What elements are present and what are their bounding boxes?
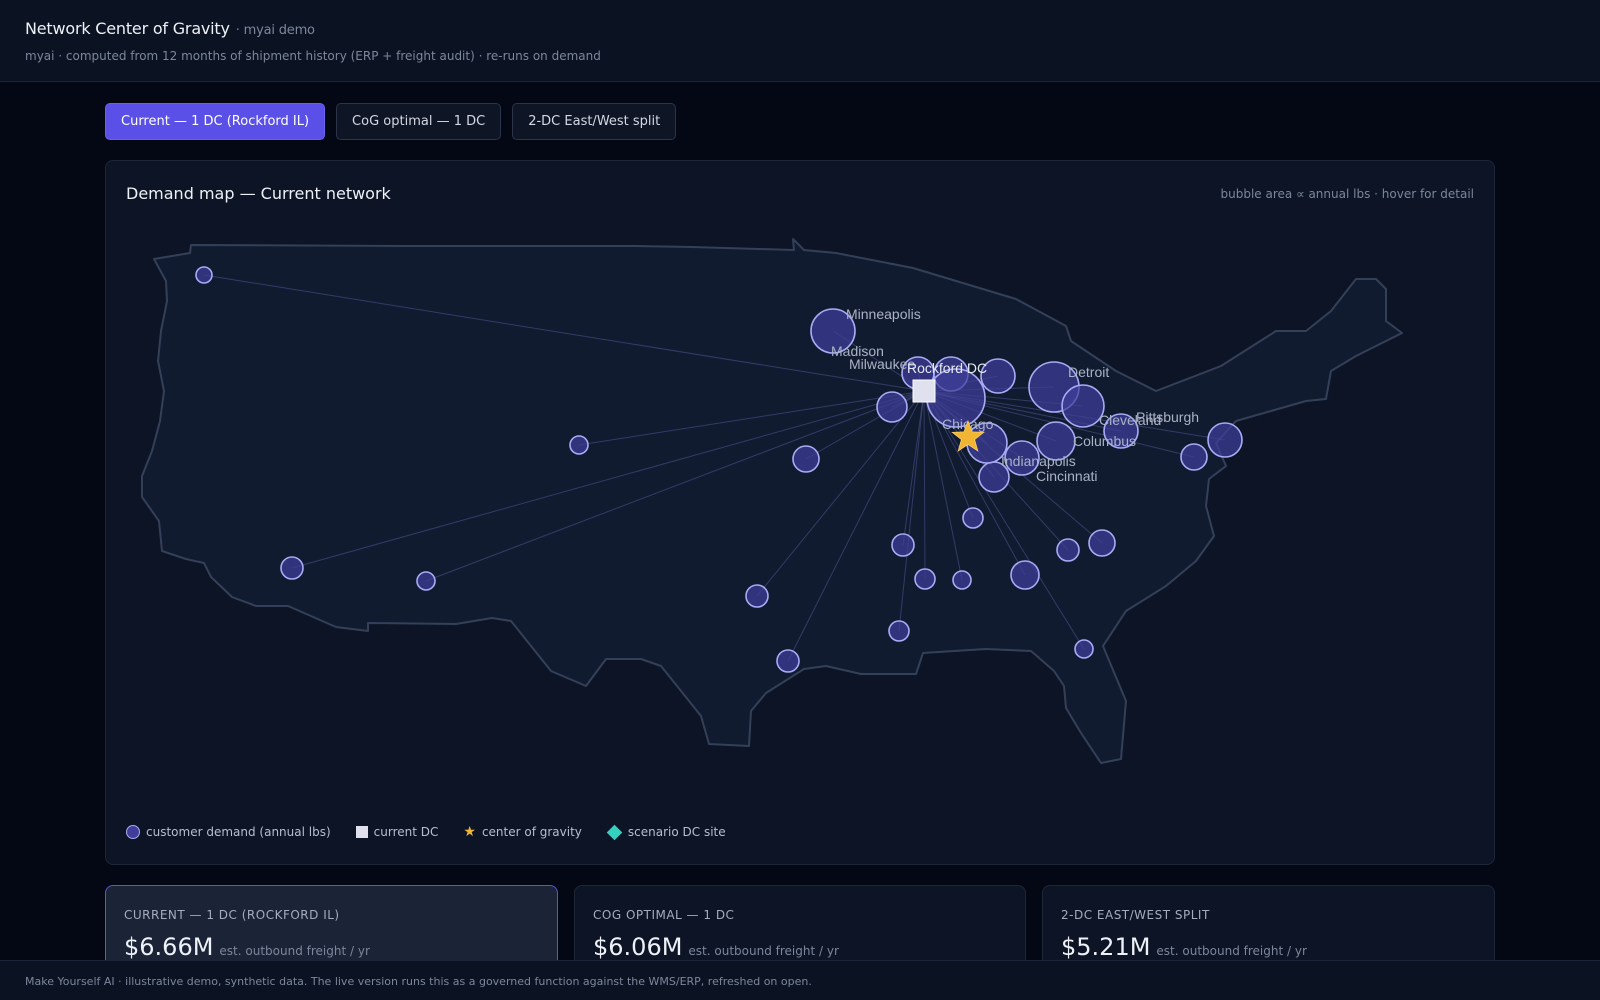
demand-map: Minneapolis Madison Milwaukee Detroit Ch… — [141, 238, 1403, 764]
demand-bubble[interactable] — [792, 445, 820, 473]
legend-current-dc: current DC — [355, 825, 439, 839]
tab-two-dc-split[interactable]: 2-DC East/West split — [512, 103, 677, 140]
city-label-milwaukee: Milwaukee — [849, 356, 915, 372]
legend-scenario-site: scenario DC site — [606, 824, 726, 840]
card-value-row: $6.66M est. outbound freight / yr — [124, 933, 370, 961]
scenario-cards: CURRENT — 1 DC (ROCKFORD IL) $6.66M est. … — [105, 885, 1495, 995]
legend-dc-label: current DC — [373, 825, 439, 839]
city-label-minneapolis: Minneapolis — [846, 306, 921, 322]
map-hint: bubble area ∝ annual lbs · hover for det… — [1220, 187, 1475, 201]
card-unit: est. outbound freight / yr — [219, 944, 370, 958]
demand-bubble[interactable] — [569, 435, 589, 455]
card-label: CURRENT — 1 DC (ROCKFORD IL) — [124, 908, 340, 922]
tab-cog-optimal[interactable]: CoG optimal — 1 DC — [336, 103, 502, 140]
legend-demand: customer demand (annual lbs) — [126, 825, 331, 839]
card-label: 2-DC EAST/WEST SPLIT — [1061, 908, 1210, 922]
legend-cog-label: center of gravity — [481, 825, 582, 839]
footer: Make Yourself AI · illustrative demo, sy… — [0, 960, 1600, 1000]
city-label-pittsburgh: Pittsburgh — [1136, 409, 1199, 425]
app-tag: · myai demo — [235, 23, 315, 38]
city-label-indianapolis: Indianapolis — [1001, 453, 1076, 469]
demand-bubble[interactable] — [1088, 529, 1116, 557]
current-dc-marker[interactable] — [912, 379, 936, 403]
demand-bubble[interactable] — [1180, 443, 1208, 471]
demand-bubble[interactable] — [876, 391, 908, 423]
legend-demand-label: customer demand (annual lbs) — [146, 825, 331, 839]
legend-scenario-label: scenario DC site — [627, 825, 726, 839]
scenario-tabs: Current — 1 DC (Rockford IL) CoG optimal… — [105, 103, 677, 140]
card-value: $5.21M — [1061, 933, 1151, 961]
star-icon: ★ — [463, 824, 476, 840]
demand-bubble[interactable] — [1074, 639, 1094, 659]
card-label: COG OPTIMAL — 1 DC — [593, 908, 735, 922]
app-title-text: Network Center of Gravity — [25, 19, 230, 38]
tab-current[interactable]: Current — 1 DC (Rockford IL) — [105, 103, 326, 140]
demand-bubble[interactable] — [914, 568, 936, 590]
app-subtitle: myai · computed from 12 months of shipme… — [25, 49, 601, 63]
city-label-cincinnati: Cincinnati — [1036, 468, 1097, 484]
dc-label: Rockford DC — [907, 360, 987, 376]
card-value-row: $6.06M est. outbound freight / yr — [593, 933, 839, 961]
card-unit: est. outbound freight / yr — [688, 944, 839, 958]
diamond-icon — [606, 824, 623, 840]
demand-bubble[interactable] — [776, 649, 800, 673]
demand-bubble[interactable] — [416, 571, 436, 591]
demand-bubble[interactable] — [1010, 560, 1040, 590]
dc-square-icon — [355, 826, 368, 838]
demand-bubble[interactable] — [1207, 422, 1243, 458]
city-label-columbus: Columbus — [1073, 433, 1136, 449]
demand-bubble[interactable] — [280, 556, 304, 580]
card-unit: est. outbound freight / yr — [1156, 944, 1307, 958]
app-title: Network Center of Gravity · myai demo — [25, 19, 315, 38]
top-bar: Network Center of Gravity · myai demo mya… — [0, 0, 1600, 82]
demand-bubble[interactable] — [1056, 538, 1080, 562]
demand-bubble[interactable] — [962, 507, 984, 529]
demand-bubble[interactable] — [1061, 384, 1105, 428]
demand-bubble[interactable] — [745, 584, 769, 608]
demand-map-panel: Minneapolis Madison Milwaukee Detroit Ch… — [105, 160, 1495, 865]
card-value-row: $5.21M est. outbound freight / yr — [1061, 933, 1307, 961]
map-title: Demand map — Current network — [126, 184, 391, 203]
city-label-detroit: Detroit — [1068, 364, 1109, 380]
demand-bubble[interactable] — [195, 266, 213, 284]
map-legend: customer demand (annual lbs) current DC … — [126, 824, 726, 840]
us-outline — [141, 238, 1403, 764]
demand-bubble[interactable] — [891, 533, 915, 557]
legend-cog: ★ center of gravity — [463, 825, 582, 839]
demand-circle-icon — [126, 825, 140, 839]
card-value: $6.06M — [593, 933, 683, 961]
card-value: $6.66M — [124, 933, 214, 961]
demand-bubble[interactable] — [952, 570, 972, 590]
demand-bubble[interactable] — [888, 620, 910, 642]
